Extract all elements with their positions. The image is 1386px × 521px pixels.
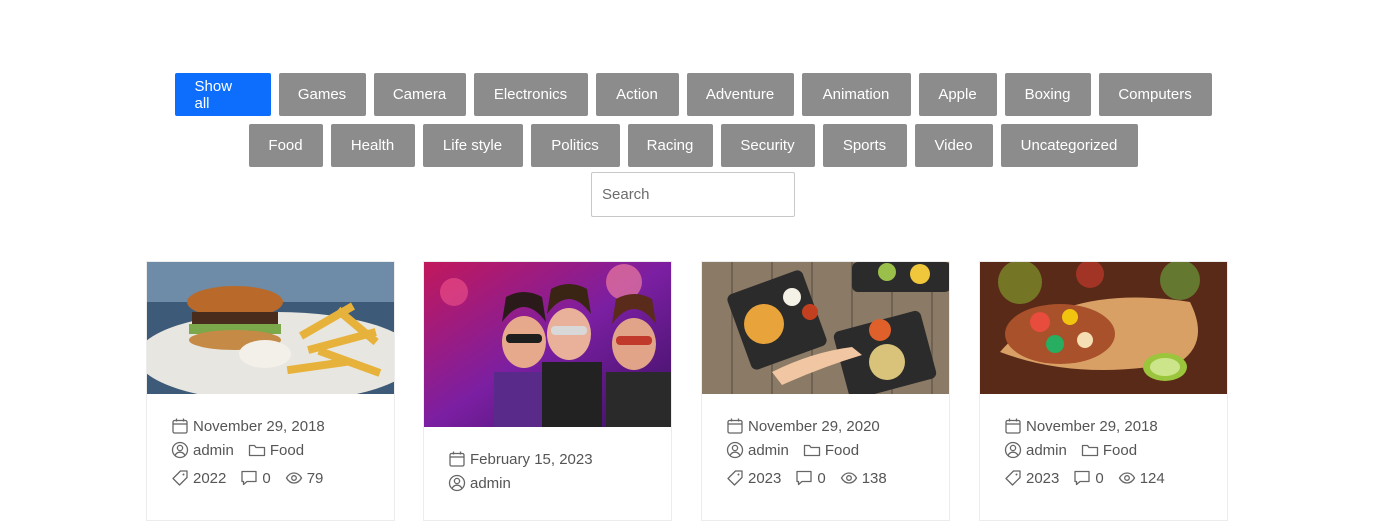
search-wrapper [0,172,1386,217]
post-date: February 15, 2023 [470,450,593,468]
post-card[interactable]: November 29, 2020 admin Food 2023 0 138 [701,261,950,521]
post-comments-count: 0 [1095,469,1104,487]
folder-icon [1081,444,1099,457]
filter-uncategorized-button[interactable]: Uncategorized [1000,124,1138,167]
post-card[interactable]: November 29, 2018 admin Food 2022 0 79 [146,261,395,521]
folder-icon [248,444,266,457]
post-comments-count: 0 [817,469,826,487]
filter-life-style-button[interactable]: Life style [422,124,523,167]
comment-icon [241,470,258,486]
post-meta: February 15, 2023 admin [424,427,671,495]
post-category[interactable]: Food [825,442,859,459]
filter-animation-button[interactable]: Animation [801,73,911,116]
calendar-icon [172,418,188,434]
filter-racing-button[interactable]: Racing [627,124,713,167]
filter-row-2: Food Health Life style Politics Racing S… [0,124,1386,167]
calendar-icon [727,418,743,434]
tag-icon [172,470,188,486]
folder-icon [803,444,821,457]
post-grid: November 29, 2018 admin Food 2022 0 79 F… [146,261,1228,521]
filter-sports-button[interactable]: Sports [822,124,907,167]
filter-games-button[interactable]: Games [278,73,366,116]
post-meta: November 29, 2020 admin Food 2023 0 138 [702,394,949,490]
calendar-icon [449,451,465,467]
filter-action-button[interactable]: Action [595,73,679,116]
post-views-count: 124 [1139,469,1165,487]
comment-icon [796,470,813,486]
filter-food-button[interactable]: Food [248,124,323,167]
user-icon [1004,441,1022,459]
post-meta: November 29, 2018 admin Food 2023 0 124 [980,394,1227,490]
post-thumbnail-masquerade-party[interactable] [424,262,671,427]
post-views-count: 138 [861,469,887,487]
comment-icon [1074,470,1091,486]
post-category[interactable]: Food [270,442,304,459]
user-icon [171,441,189,459]
post-tag[interactable]: 2023 [748,470,781,487]
post-date: November 29, 2018 [1026,417,1158,435]
post-comments-count: 0 [262,469,271,487]
filter-apple-button[interactable]: Apple [918,73,997,116]
masquerade-party-image [424,262,671,427]
post-meta: November 29, 2018 admin Food 2022 0 79 [147,394,394,490]
filter-health-button[interactable]: Health [330,124,415,167]
post-category[interactable]: Food [1103,442,1137,459]
post-thumbnail-food-platters[interactable] [702,262,949,394]
eye-icon [285,472,302,484]
user-icon [448,474,466,492]
post-views-count: 79 [306,469,324,487]
post-tag[interactable]: 2023 [1026,470,1059,487]
filter-row-1: Show all Games Camera Electronics Action… [0,73,1386,116]
post-date: November 29, 2018 [193,417,325,435]
filter-camera-button[interactable]: Camera [373,73,466,116]
filter-security-button[interactable]: Security [720,124,815,167]
search-input[interactable] [591,172,795,217]
post-thumbnail-burger-and-fries[interactable] [147,262,394,394]
post-date: November 29, 2020 [748,417,880,435]
post-thumbnail-burrito-wrap[interactable] [980,262,1227,394]
tag-icon [727,470,743,486]
post-author[interactable]: admin [193,442,234,459]
post-card[interactable]: November 29, 2018 admin Food 2023 0 124 [979,261,1228,521]
calendar-icon [1005,418,1021,434]
eye-icon [840,472,857,484]
post-card[interactable]: February 15, 2023 admin [423,261,672,521]
tag-icon [1005,470,1021,486]
filter-politics-button[interactable]: Politics [530,124,620,167]
post-author[interactable]: admin [748,442,789,459]
food-platters-table-image [702,262,949,394]
filter-boxing-button[interactable]: Boxing [1004,73,1091,116]
user-icon [726,441,744,459]
filter-show-all-button[interactable]: Show all [174,73,271,116]
post-author[interactable]: admin [470,475,511,492]
category-filters: Show all Games Camera Electronics Action… [0,73,1386,217]
burger-and-fries-image [147,262,394,394]
burrito-wrap-image [980,262,1227,394]
post-author[interactable]: admin [1026,442,1067,459]
post-tag[interactable]: 2022 [193,470,226,487]
filter-computers-button[interactable]: Computers [1098,73,1212,116]
filter-adventure-button[interactable]: Adventure [686,73,794,116]
filter-video-button[interactable]: Video [914,124,993,167]
filter-electronics-button[interactable]: Electronics [473,73,588,116]
eye-icon [1118,472,1135,484]
